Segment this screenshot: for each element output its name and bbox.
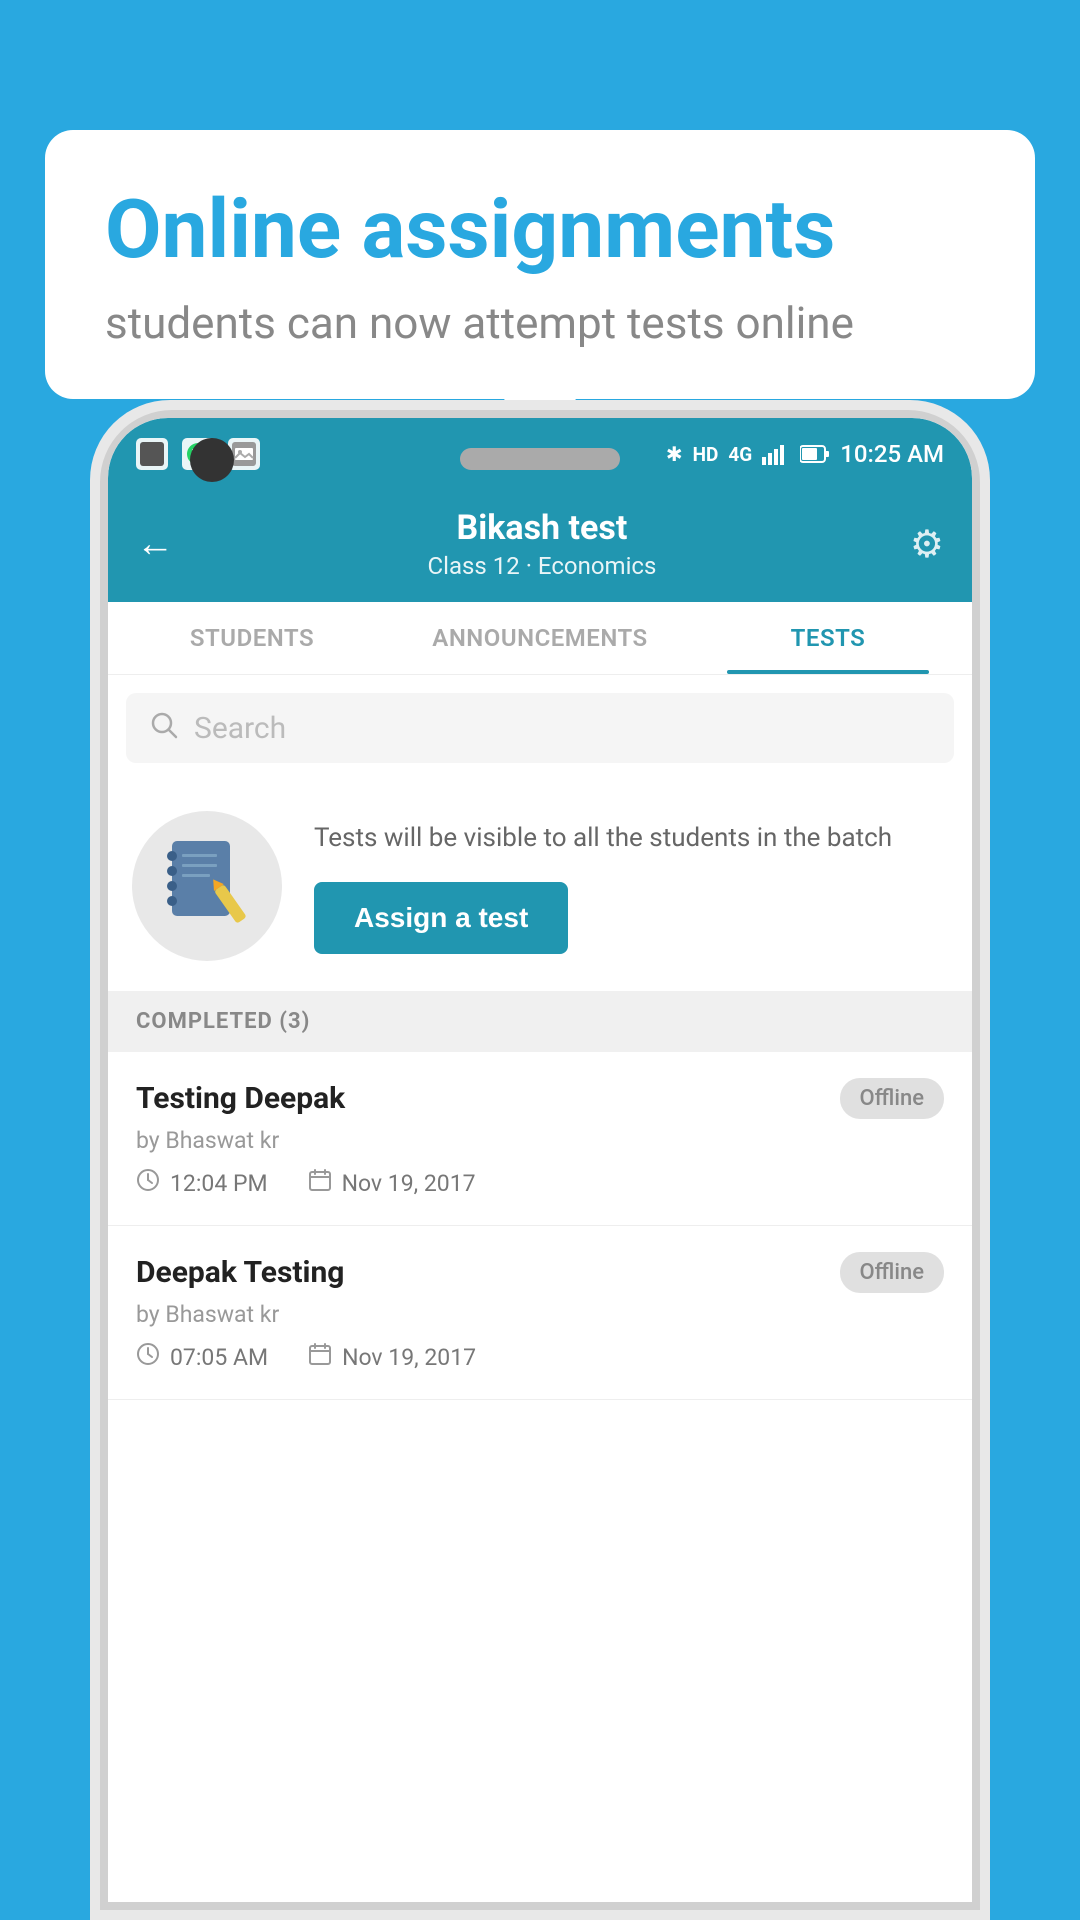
speech-bubble: Online assignments students can now atte…: [45, 130, 1035, 399]
offline-badge-1: Offline: [840, 1078, 944, 1119]
assign-section: Tests will be visible to all the student…: [108, 781, 972, 991]
header-subtitle: Class 12 · Economics: [428, 552, 657, 580]
bubble-title: Online assignments: [105, 185, 975, 275]
calendar-svg: [308, 1168, 332, 1192]
assign-icon-circle: [132, 811, 282, 961]
phone-screen: W ✱ HD 4G: [108, 418, 972, 1902]
calendar-svg-2: [308, 1342, 332, 1366]
header-title: Bikash test: [428, 508, 657, 548]
test-title-1: Testing Deepak: [136, 1081, 345, 1116]
hd-badge: HD: [693, 443, 719, 466]
settings-button[interactable]: ⚙: [910, 522, 944, 567]
search-bar[interactable]: Search: [126, 693, 954, 763]
notebook-icon: [162, 836, 252, 936]
test-item[interactable]: Testing Deepak Offline by Bhaswat kr: [108, 1052, 972, 1226]
test-meta-2: 07:05 AM Nov 19, 2017: [136, 1342, 944, 1373]
tab-tests[interactable]: TESTS: [684, 602, 972, 674]
test-date-1: Nov 19, 2017: [308, 1168, 476, 1199]
tab-announcements[interactable]: ANNOUNCEMENTS: [396, 602, 684, 674]
test-author-2: by Bhaswat kr: [136, 1301, 944, 1328]
clock-svg-2: [136, 1342, 160, 1366]
test-item-header-2: Deepak Testing Offline: [136, 1252, 944, 1293]
network-badge: 4G: [728, 443, 752, 466]
test-time-1: 12:04 PM: [136, 1168, 268, 1199]
offline-badge-2: Offline: [840, 1252, 944, 1293]
test-item-2[interactable]: Deepak Testing Offline by Bhaswat kr: [108, 1226, 972, 1400]
clock-svg: [136, 1168, 160, 1192]
status-time: 10:25 AM: [840, 440, 944, 468]
test-time-value-2: 07:05 AM: [170, 1344, 268, 1371]
search-svg: [150, 711, 178, 739]
back-button[interactable]: ←: [136, 522, 174, 566]
status-icons-right: ✱ HD 4G 10:25: [666, 440, 944, 468]
test-meta-1: 12:04 PM Nov 19, 2017: [136, 1168, 944, 1199]
clock-icon-2: [136, 1342, 160, 1373]
test-title-2: Deepak Testing: [136, 1255, 344, 1290]
test-date-2: Nov 19, 2017: [308, 1342, 476, 1373]
test-time-2: 07:05 AM: [136, 1342, 268, 1373]
test-date-value-1: Nov 19, 2017: [342, 1170, 476, 1197]
assign-text-group: Tests will be visible to all the student…: [314, 819, 948, 954]
search-placeholder: Search: [194, 711, 286, 746]
tabs-bar: STUDENTS ANNOUNCEMENTS TESTS: [108, 602, 972, 675]
phone-frame: W ✱ HD 4G: [90, 400, 990, 1920]
signal-icon: [762, 443, 790, 465]
header-title-group: Bikash test Class 12 · Economics: [428, 508, 657, 580]
battery-icon: [800, 443, 830, 465]
clock-icon-1: [136, 1168, 160, 1199]
search-icon: [150, 709, 178, 747]
test-time-value-1: 12:04 PM: [170, 1170, 268, 1197]
speaker-grille: [460, 448, 620, 470]
calendar-icon-1: [308, 1168, 332, 1199]
test-item-header-1: Testing Deepak Offline: [136, 1078, 944, 1119]
calendar-icon-2: [308, 1342, 332, 1373]
wifi-icon: [140, 442, 164, 466]
test-date-value-2: Nov 19, 2017: [342, 1344, 476, 1371]
completed-header: COMPLETED (3): [108, 991, 972, 1052]
tab-students[interactable]: STUDENTS: [108, 602, 396, 674]
image-icon: [232, 442, 256, 466]
app-header: ← Bikash test Class 12 · Economics ⚙: [108, 490, 972, 602]
test-author-1: by Bhaswat kr: [136, 1127, 944, 1154]
bluetooth-icon: ✱: [666, 442, 683, 466]
assign-test-button[interactable]: Assign a test: [314, 882, 568, 954]
assign-description: Tests will be visible to all the student…: [314, 819, 948, 858]
camera-dot: [190, 438, 234, 482]
bubble-subtitle: students can now attempt tests online: [105, 297, 975, 349]
app-icon-1: [136, 438, 168, 470]
phone-inner: W ✱ HD 4G: [100, 410, 980, 1910]
